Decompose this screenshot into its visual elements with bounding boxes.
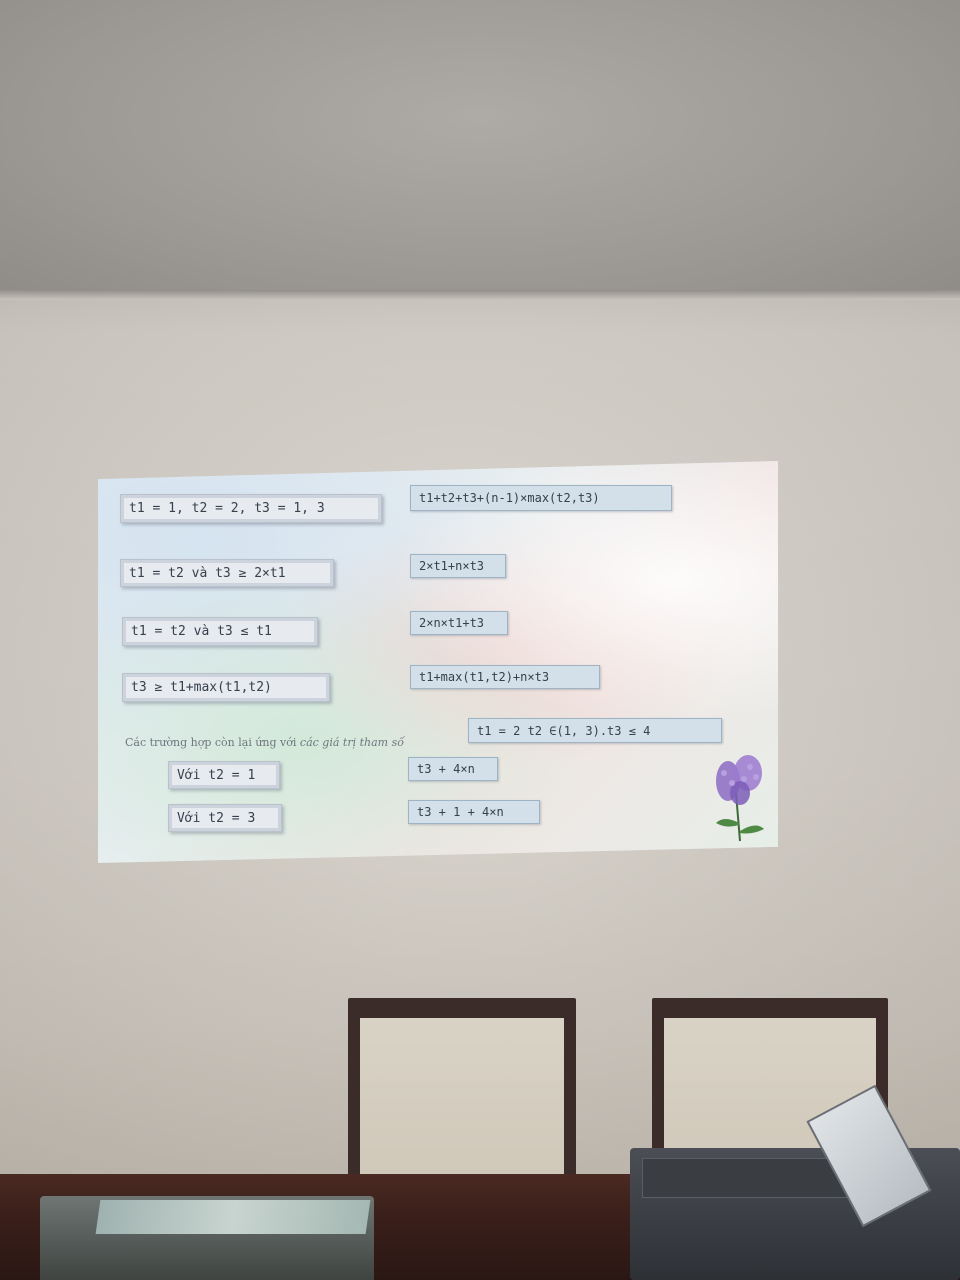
param-box: t1 = 2 t2 ∈(1, 3).t3 ≤ 4	[468, 718, 722, 743]
result-box-4-text: t1+max(t1,t2)+n×t3	[419, 670, 550, 684]
case-box-2: t1 = t2 và t3 ≥ 2×t1	[120, 559, 334, 587]
remaining-cases-italic: các giá trị tham số	[299, 736, 404, 749]
case-box-1-text: t1 = 1, t2 = 2, t3 = 1, 3	[129, 501, 325, 516]
case-box-4-text: t3 ≥ t1+max(t1,t2)	[131, 680, 272, 695]
subresult-box-2-text: t3 + 1 + 4×n	[417, 805, 504, 819]
result-box-2-text: 2×t1+n×t3	[419, 559, 485, 573]
remaining-cases-text: Các trường hợp còn lại ứng với các giá t…	[125, 736, 404, 749]
case-box-3-text: t1 = t2 và t3 ≤ t1	[131, 624, 272, 639]
case-box-4: t3 ≥ t1+max(t1,t2)	[122, 673, 330, 702]
projector-top	[95, 1200, 371, 1234]
lilac-flower-icon	[716, 755, 764, 842]
chair-left-cushion	[360, 1018, 564, 1188]
remaining-cases-prefix: Các trường hợp còn lại ứng với	[125, 736, 300, 749]
chair-left	[348, 998, 576, 1188]
subcase-box-2-text: Với t2 = 3	[177, 810, 256, 826]
result-box-3-text: 2×n×t1+t3	[419, 616, 485, 630]
projected-slide: t1 = 1, t2 = 2, t3 = 1, 3 t1+t2+t3+(n-1)…	[98, 461, 778, 863]
result-box-2: 2×t1+n×t3	[410, 554, 506, 578]
param-box-text: t1 = 2 t2 ∈(1, 3).t3 ≤ 4	[477, 723, 651, 738]
case-box-2-text: t1 = t2 và t3 ≥ 2×t1	[129, 565, 286, 581]
case-box-3: t1 = t2 và t3 ≤ t1	[122, 617, 318, 646]
case-box-1: t1 = 1, t2 = 2, t3 = 1, 3	[120, 494, 382, 523]
result-box-1-text: t1+t2+t3+(n-1)×max(t2,t3)	[419, 491, 600, 505]
subresult-box-1-text: t3 + 4×n	[417, 762, 475, 776]
ceiling	[0, 0, 960, 296]
result-box-3: 2×n×t1+t3	[410, 611, 508, 635]
subresult-box-1: t3 + 4×n	[408, 757, 498, 781]
result-box-4: t1+max(t1,t2)+n×t3	[410, 665, 600, 689]
laptop-device	[630, 1084, 960, 1280]
subcase-box-1: Với t2 = 1	[168, 761, 280, 789]
projector	[40, 1196, 374, 1280]
ceiling-edge	[0, 290, 960, 300]
subcase-box-1-text: Với t2 = 1	[177, 767, 256, 783]
subcase-box-2: Với t2 = 3	[168, 804, 282, 832]
result-box-1: t1+t2+t3+(n-1)×max(t2,t3)	[410, 485, 672, 511]
subresult-box-2: t3 + 1 + 4×n	[408, 800, 540, 824]
